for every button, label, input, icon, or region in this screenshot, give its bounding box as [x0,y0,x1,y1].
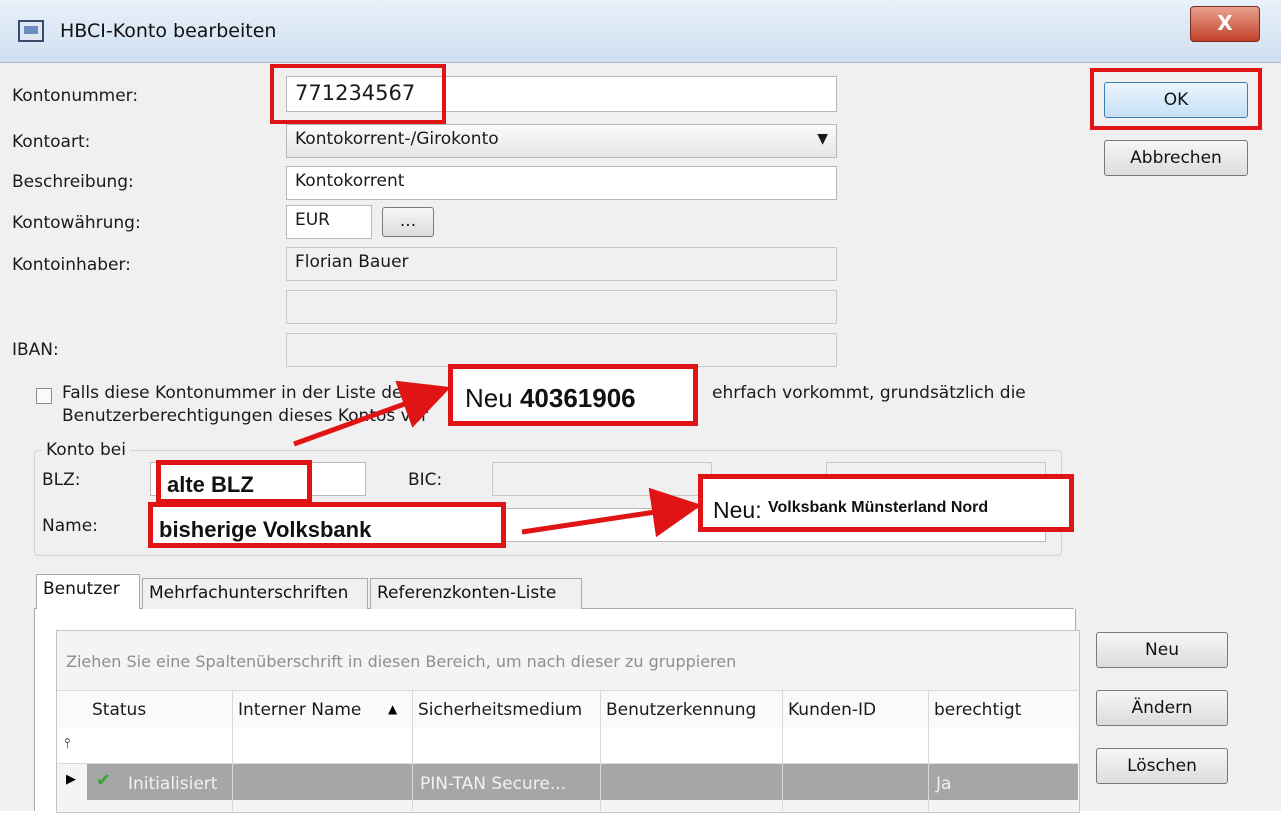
annotation-new-blz-value: 40361906 [519,383,636,413]
arrow-to-new-bank [521,487,702,538]
annotation-new-bank: Neu: Volksbank Münsterland Nord [698,474,1074,532]
annotation-old-bank: bisherige Volksbank [148,502,506,548]
arrow-to-new-blz [293,380,451,447]
annotation-new-bank-value: Volksbank Münsterland Nord [767,499,989,516]
annotation-new-blz: Neu 40361906 [448,364,698,426]
annotation-old-blz: alte BLZ [156,460,312,504]
annotation-new-blz-prefix: Neu [465,383,513,413]
annotation-new-bank-prefix: Neu: [713,497,762,523]
